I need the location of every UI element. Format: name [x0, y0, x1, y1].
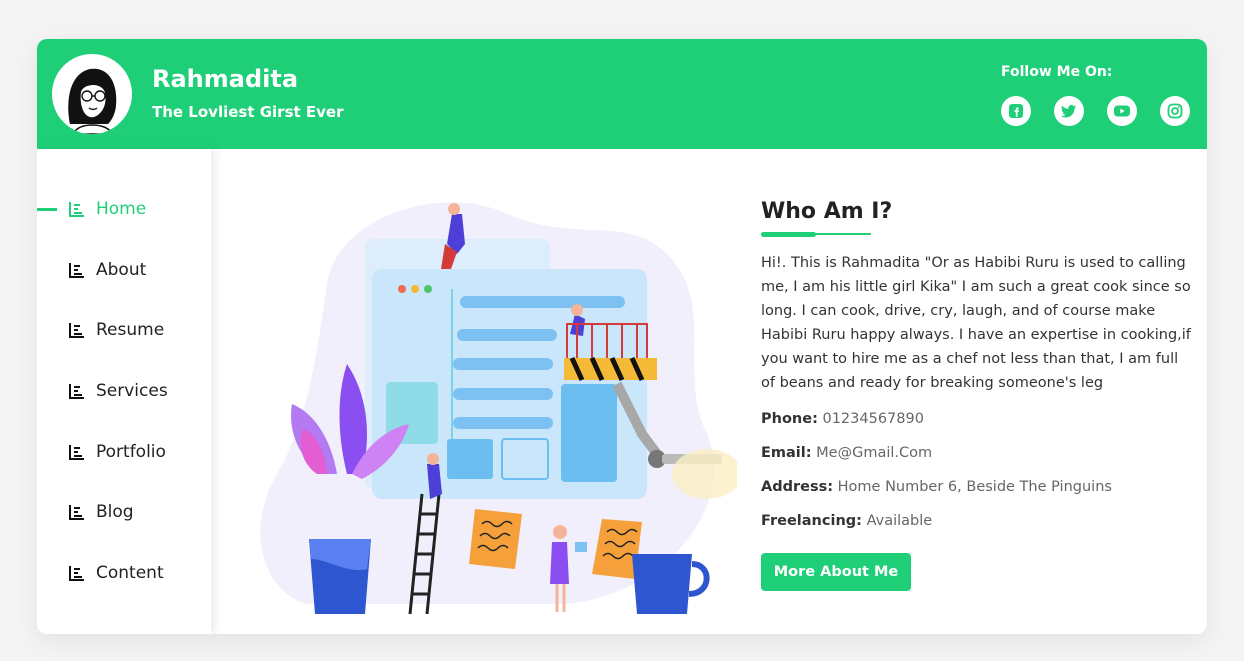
youtube-icon[interactable]: [1107, 96, 1137, 126]
follow-label: Follow Me On:: [1001, 64, 1113, 80]
profile-card: Rahmadita The Lovliest Girst Ever Follow…: [37, 39, 1207, 634]
sidebar-item-label: About: [96, 260, 147, 280]
chart-icon: [69, 505, 84, 520]
sidebar-nav: Home About Resume Services Portfolio Blo…: [37, 149, 211, 634]
phone-label: Phone:: [761, 411, 818, 427]
sidebar-item-about[interactable]: About: [37, 255, 211, 285]
social-links: [1001, 96, 1190, 126]
chart-icon: [69, 384, 84, 399]
chart-icon: [69, 202, 84, 217]
sidebar-item-portfolio[interactable]: Portfolio: [37, 437, 211, 467]
sidebar-item-blog[interactable]: Blog: [37, 497, 211, 527]
sidebar-item-label: Content: [96, 563, 164, 583]
heading-underline: [761, 232, 871, 237]
chart-icon: [69, 263, 84, 278]
chart-icon: [69, 566, 84, 581]
about-section: Who Am I? Hi!. This is Rahmadita "Or as …: [761, 199, 1191, 547]
section-heading: Who Am I?: [761, 199, 893, 224]
instagram-icon[interactable]: [1160, 96, 1190, 126]
chart-icon: [69, 445, 84, 460]
address-row: Address: Home Number 6, Beside The Pingu…: [761, 479, 1191, 513]
sidebar-item-content[interactable]: Content: [37, 558, 211, 588]
header: Rahmadita The Lovliest Girst Ever Follow…: [37, 39, 1207, 149]
profile-tagline: The Lovliest Girst Ever: [152, 103, 344, 121]
profile-name: Rahmadita: [152, 65, 299, 93]
address-label: Address:: [761, 479, 834, 495]
freelancing-label: Freelancing:: [761, 513, 862, 529]
sidebar-item-label: Home: [96, 199, 147, 219]
sidebar-item-services[interactable]: Services: [37, 376, 211, 406]
more-about-me-button[interactable]: More About Me: [761, 553, 911, 591]
phone-row: Phone: 01234567890: [761, 411, 1191, 445]
sidebar-item-home[interactable]: Home: [37, 194, 211, 224]
address-value: Home Number 6, Beside The Pinguins: [837, 479, 1112, 495]
sidebar-item-resume[interactable]: Resume: [37, 315, 211, 345]
email-label: Email:: [761, 445, 812, 461]
sidebar-item-label: Resume: [96, 320, 165, 340]
freelancing-row: Freelancing: Available: [761, 513, 1191, 547]
sidebar-item-label: Portfolio: [96, 442, 166, 462]
bio-text: Hi!. This is Rahmadita "Or as Habibi Rur…: [761, 255, 1191, 391]
email-row: Email: Me@Gmail.Com: [761, 445, 1191, 479]
chart-icon: [69, 323, 84, 338]
facebook-icon[interactable]: [1001, 96, 1031, 126]
phone-value: 01234567890: [822, 411, 924, 427]
freelancing-value: Available: [866, 513, 933, 529]
email-value: Me@Gmail.Com: [816, 445, 933, 461]
web-design-illustration: [260, 202, 737, 614]
avatar: [52, 54, 132, 134]
sidebar-item-label: Blog: [96, 502, 134, 522]
sidebar-item-label: Services: [96, 381, 168, 401]
contact-info: Phone: 01234567890 Email: Me@Gmail.Com A…: [761, 411, 1191, 547]
twitter-icon[interactable]: [1054, 96, 1084, 126]
active-indicator: [37, 208, 57, 211]
